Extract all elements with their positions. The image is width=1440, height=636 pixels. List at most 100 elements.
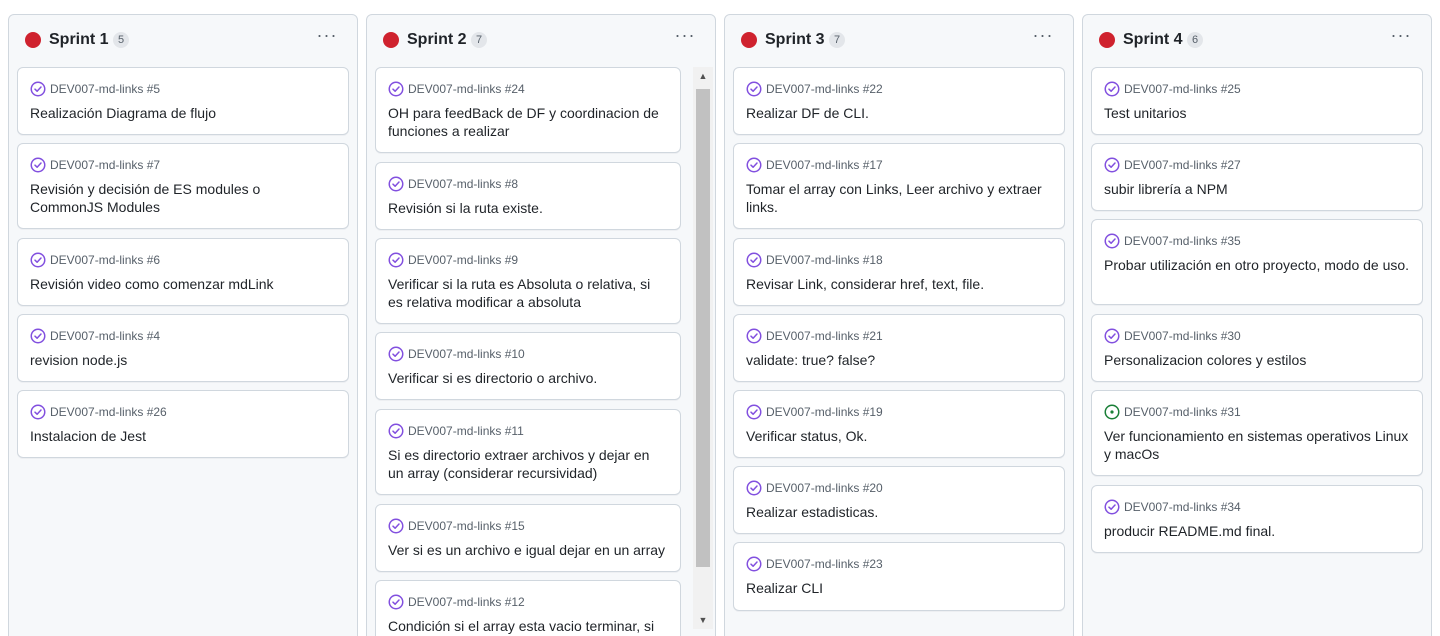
issue-title[interactable]: Verificar status, Ok. bbox=[746, 427, 1052, 445]
check-circle-icon bbox=[1104, 157, 1120, 173]
issue-card[interactable]: DEV007-md-links #6 Revisión video como c… bbox=[17, 238, 349, 306]
issue-card[interactable]: DEV007-md-links #5 Realización Diagrama … bbox=[17, 67, 349, 135]
issue-reference[interactable]: DEV007-md-links #9 bbox=[408, 252, 518, 268]
issue-title[interactable]: Revisión si la ruta existe. bbox=[388, 199, 668, 217]
issue-card[interactable]: DEV007-md-links #19 Verificar status, Ok… bbox=[733, 390, 1065, 458]
issue-reference[interactable]: DEV007-md-links #30 bbox=[1124, 328, 1241, 344]
column-count-badge: 7 bbox=[829, 32, 845, 48]
issue-card[interactable]: DEV007-md-links #30 Personalizacion colo… bbox=[1091, 314, 1423, 382]
issue-card[interactable]: DEV007-md-links #15 Ver si es un archivo… bbox=[375, 504, 681, 572]
issue-reference[interactable]: DEV007-md-links #27 bbox=[1124, 157, 1241, 173]
issue-card[interactable]: DEV007-md-links #21 validate: true? fals… bbox=[733, 314, 1065, 382]
issue-title[interactable]: Realizar estadisticas. bbox=[746, 503, 1052, 521]
issue-reference[interactable]: DEV007-md-links #22 bbox=[766, 81, 883, 97]
check-circle-icon bbox=[388, 252, 404, 268]
scroll-up-icon[interactable]: ▲ bbox=[693, 67, 713, 85]
check-circle-icon bbox=[1104, 328, 1120, 344]
issue-reference[interactable]: DEV007-md-links #17 bbox=[766, 157, 883, 173]
issue-opened-icon bbox=[1104, 404, 1120, 420]
scrollbar-thumb[interactable] bbox=[696, 89, 710, 567]
issue-card[interactable]: DEV007-md-links #27 subir librería a NPM bbox=[1091, 143, 1423, 211]
issue-card[interactable]: DEV007-md-links #26 Instalacion de Jest bbox=[17, 390, 349, 458]
issue-card[interactable]: DEV007-md-links #9 Verificar si la ruta … bbox=[375, 238, 681, 324]
issue-title[interactable]: Probar utilización en otro proyecto, mod… bbox=[1104, 256, 1410, 274]
issue-title[interactable]: Si es directorio extraer archivos y deja… bbox=[388, 446, 668, 482]
issue-title[interactable]: Ver funcionamiento en sistemas operativo… bbox=[1104, 427, 1410, 463]
check-circle-icon bbox=[30, 157, 46, 173]
issue-card[interactable]: DEV007-md-links #22 Realizar DF de CLI. bbox=[733, 67, 1065, 135]
issue-reference[interactable]: DEV007-md-links #21 bbox=[766, 328, 883, 344]
issue-card[interactable]: DEV007-md-links #8 Revisión si la ruta e… bbox=[375, 162, 681, 230]
issue-reference[interactable]: DEV007-md-links #6 bbox=[50, 252, 160, 268]
issue-card[interactable]: DEV007-md-links #17 Tomar el array con L… bbox=[733, 143, 1065, 229]
issue-reference[interactable]: DEV007-md-links #23 bbox=[766, 556, 883, 572]
issue-reference[interactable]: DEV007-md-links #10 bbox=[408, 346, 525, 362]
issue-reference[interactable]: DEV007-md-links #7 bbox=[50, 157, 160, 173]
issue-card[interactable]: DEV007-md-links #18 Revisar Link, consid… bbox=[733, 238, 1065, 306]
issue-title[interactable]: Realización Diagrama de flujo bbox=[30, 104, 336, 122]
issue-card[interactable]: DEV007-md-links #11 Si es directorio ext… bbox=[375, 409, 681, 495]
issue-reference[interactable]: DEV007-md-links #12 bbox=[408, 594, 525, 610]
issue-reference[interactable]: DEV007-md-links #35 bbox=[1124, 233, 1241, 249]
issue-reference[interactable]: DEV007-md-links #8 bbox=[408, 176, 518, 192]
issue-card[interactable]: DEV007-md-links #23 Realizar CLI bbox=[733, 542, 1065, 611]
issue-title[interactable]: Ver si es un archivo e igual dejar en un… bbox=[388, 541, 668, 559]
scrollbar[interactable]: ▲ ▼ bbox=[693, 67, 713, 629]
issue-card[interactable]: DEV007-md-links #4 revision node.js bbox=[17, 314, 349, 382]
issue-card[interactable]: DEV007-md-links #20 Realizar estadistica… bbox=[733, 466, 1065, 534]
column-header: Sprint 2 7 ··· bbox=[367, 15, 715, 67]
issue-title[interactable]: Test unitarios bbox=[1104, 104, 1410, 122]
check-circle-icon bbox=[30, 81, 46, 97]
issue-title[interactable]: OH para feedBack de DF y coordinacion de… bbox=[388, 104, 668, 140]
kebab-horizontal-icon[interactable]: ··· bbox=[315, 26, 339, 45]
issue-reference[interactable]: DEV007-md-links #19 bbox=[766, 404, 883, 420]
kebab-horizontal-icon[interactable]: ··· bbox=[673, 26, 697, 45]
issue-title[interactable]: Instalacion de Jest bbox=[30, 427, 336, 445]
column-sprint-2: Sprint 2 7 ··· DEV007-md-links #24 OH pa… bbox=[366, 14, 716, 636]
issue-title[interactable]: Revisión video como comenzar mdLink bbox=[30, 275, 336, 293]
issue-card[interactable]: DEV007-md-links #35 Probar utilización e… bbox=[1091, 219, 1423, 305]
issue-title[interactable]: Realizar DF de CLI. bbox=[746, 104, 1052, 122]
issue-card[interactable]: DEV007-md-links #25 Test unitarios bbox=[1091, 67, 1423, 135]
issue-title[interactable]: Revisión y decisión de ES modules o Comm… bbox=[30, 180, 336, 216]
issue-reference[interactable]: DEV007-md-links #34 bbox=[1124, 499, 1241, 515]
issue-title[interactable]: Condición si el array esta vacio termina… bbox=[388, 617, 668, 635]
column-header: Sprint 3 7 ··· bbox=[725, 15, 1073, 67]
check-circle-icon bbox=[388, 81, 404, 97]
kebab-horizontal-icon[interactable]: ··· bbox=[1031, 26, 1055, 45]
issue-reference[interactable]: DEV007-md-links #4 bbox=[50, 328, 160, 344]
scroll-down-icon[interactable]: ▼ bbox=[693, 611, 713, 629]
issue-card[interactable]: DEV007-md-links #7 Revisión y decisión d… bbox=[17, 143, 349, 229]
issue-title[interactable]: Realizar CLI bbox=[746, 579, 1052, 597]
issue-title[interactable]: Personalizacion colores y estilos bbox=[1104, 351, 1410, 369]
issue-card[interactable]: DEV007-md-links #24 OH para feedBack de … bbox=[375, 67, 681, 153]
issue-reference[interactable]: DEV007-md-links #24 bbox=[408, 81, 525, 97]
issue-title[interactable]: Verificar si la ruta es Absoluta o relat… bbox=[388, 275, 668, 311]
issue-card[interactable]: DEV007-md-links #12 Condición si el arra… bbox=[375, 580, 681, 636]
issue-reference[interactable]: DEV007-md-links #15 bbox=[408, 518, 525, 534]
issue-card[interactable]: DEV007-md-links #34 producir README.md f… bbox=[1091, 485, 1423, 553]
issue-reference[interactable]: DEV007-md-links #25 bbox=[1124, 81, 1241, 97]
issue-reference[interactable]: DEV007-md-links #20 bbox=[766, 480, 883, 496]
column-count-badge: 7 bbox=[471, 32, 487, 48]
issue-title[interactable]: subir librería a NPM bbox=[1104, 180, 1410, 198]
column-title: Sprint 2 bbox=[407, 31, 467, 48]
issue-title[interactable]: validate: true? false? bbox=[746, 351, 1052, 369]
issue-title[interactable]: Tomar el array con Links, Leer archivo y… bbox=[746, 180, 1052, 216]
issue-card[interactable]: DEV007-md-links #10 Verificar si es dire… bbox=[375, 332, 681, 400]
issue-reference[interactable]: DEV007-md-links #26 bbox=[50, 404, 167, 420]
issue-title[interactable]: revision node.js bbox=[30, 351, 336, 369]
issue-title[interactable]: Revisar Link, considerar href, text, fil… bbox=[746, 275, 1052, 293]
check-circle-icon bbox=[1104, 81, 1120, 97]
check-circle-icon bbox=[30, 404, 46, 420]
issue-reference[interactable]: DEV007-md-links #31 bbox=[1124, 404, 1241, 420]
issue-reference[interactable]: DEV007-md-links #11 bbox=[408, 423, 524, 439]
issue-card[interactable]: DEV007-md-links #31 Ver funcionamiento e… bbox=[1091, 390, 1423, 476]
red-status-dot-icon bbox=[1099, 32, 1115, 48]
issue-title[interactable]: Verificar si es directorio o archivo. bbox=[388, 369, 668, 387]
check-circle-icon bbox=[388, 176, 404, 192]
issue-title[interactable]: producir README.md final. bbox=[1104, 522, 1410, 540]
issue-reference[interactable]: DEV007-md-links #18 bbox=[766, 252, 883, 268]
kebab-horizontal-icon[interactable]: ··· bbox=[1389, 26, 1413, 45]
issue-reference[interactable]: DEV007-md-links #5 bbox=[50, 81, 160, 97]
